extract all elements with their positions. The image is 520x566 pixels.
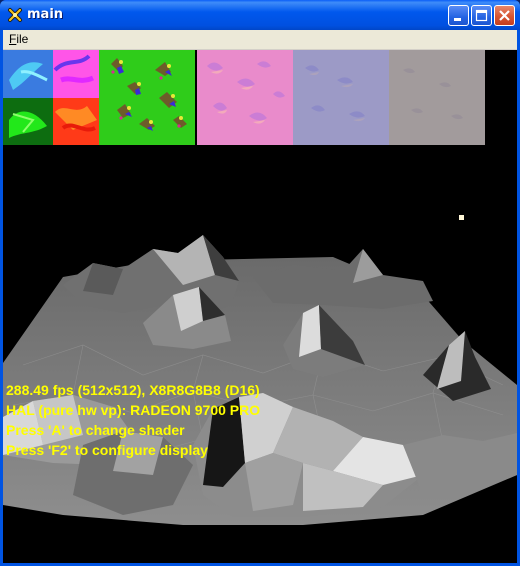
maximize-button[interactable] [471, 5, 492, 26]
menu-file[interactable]: File [9, 32, 28, 46]
close-button[interactable] [494, 5, 515, 26]
minimize-icon [454, 18, 461, 21]
normal-map-texture [3, 50, 99, 145]
maximize-icon [475, 9, 488, 22]
close-icon [499, 10, 510, 21]
app-window: main File 288.49 fps (512x512), X8R8G8B8… [0, 0, 520, 566]
crossed-tools-icon[interactable] [7, 7, 23, 23]
menu-bar: File [3, 30, 517, 50]
fps-readout: 288.49 fps (512x512), X8R8G8B8 (D16) [6, 382, 260, 398]
shader-hint: Press 'A' to change shader [6, 422, 185, 438]
green-terrain-texture [99, 50, 195, 145]
title-bar[interactable]: main [0, 0, 520, 30]
lavender-bump-texture [293, 50, 389, 145]
gray-bump-texture [389, 50, 485, 145]
terrain-scene [3, 145, 517, 563]
device-info: HAL (pure hw vp): RADEON 9700 PRO [6, 402, 261, 418]
menu-file-label: ile [16, 32, 29, 46]
pink-bump-texture [197, 50, 293, 145]
hud-overlay: 288.49 fps (512x512), X8R8G8B8 (D16) HAL… [6, 380, 260, 460]
display-hint: Press 'F2' to configure display [6, 442, 208, 458]
window-title: main [27, 7, 64, 22]
minimize-button[interactable] [448, 5, 469, 26]
texture-strip [3, 50, 517, 145]
render-viewport[interactable]: 288.49 fps (512x512), X8R8G8B8 (D16) HAL… [3, 50, 517, 563]
light-source-marker [459, 215, 464, 220]
client-area: File 288.49 fps (512x512), X8R8G8B8 (D16… [3, 30, 517, 563]
